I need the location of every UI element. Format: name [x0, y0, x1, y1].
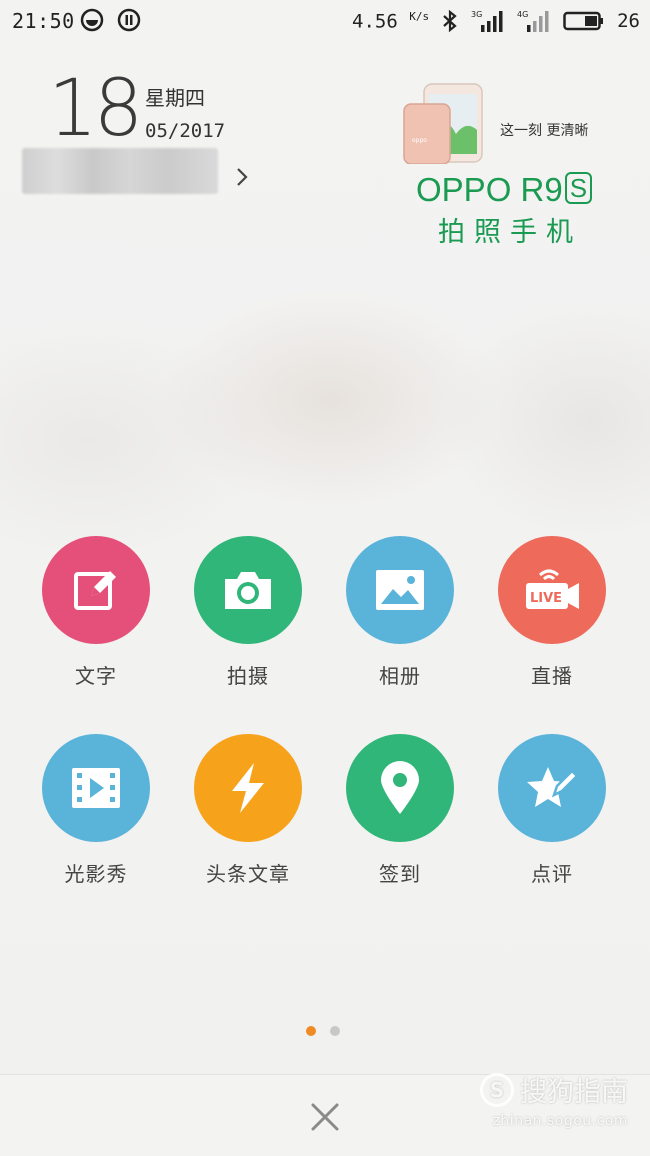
network-speed: 4.56 K/s [352, 9, 430, 33]
ad-model-name: OPPO R9 S [416, 171, 593, 209]
close-icon[interactable] [305, 1097, 345, 1137]
share-item-circle[interactable]: LIVE [498, 536, 606, 644]
signal-4g-icon: 4G [517, 10, 549, 32]
share-item-circle[interactable] [346, 734, 454, 842]
bluetooth-icon [443, 9, 457, 33]
weekday-label: 星期四 [145, 86, 205, 110]
location-pin-icon [381, 761, 419, 814]
page-dot[interactable] [330, 1026, 340, 1036]
share-item-label: 签到 [379, 862, 421, 886]
share-item-label: 点评 [531, 862, 573, 886]
share-item-circle[interactable] [42, 734, 150, 842]
share-item-label: 文字 [75, 664, 117, 688]
share-item-circle[interactable] [42, 536, 150, 644]
share-item-camera[interactable]: 拍摄 [172, 536, 324, 689]
watermark-brand: 搜狗指南 [520, 1077, 628, 1108]
battery-icon [563, 11, 604, 31]
day-number: 18 [48, 64, 143, 154]
month-year-label: 05/2017 [145, 120, 226, 142]
share-item-album[interactable]: 相册 [324, 536, 476, 689]
ad-banner[interactable]: oppo 这一刻 更清晰 OPPO R9 S 拍照手机 [400, 78, 630, 248]
camera-icon [225, 572, 271, 609]
chevron-right-icon[interactable] [234, 166, 250, 188]
share-item-circle[interactable] [194, 734, 302, 842]
share-item-checkin[interactable]: 签到 [324, 734, 476, 887]
share-item-review[interactable]: 点评 [476, 734, 628, 887]
share-item-label: 拍摄 [227, 664, 269, 688]
share-item-label: 光影秀 [64, 862, 128, 886]
svg-text:3G: 3G [471, 10, 482, 19]
edit-icon [74, 571, 116, 610]
share-item-label: 头条文章 [206, 862, 290, 886]
sogou-logo-icon: S [480, 1072, 514, 1107]
signal-3g-icon: 3G [471, 10, 503, 32]
status-bar: 21:50 4.56 K/s 3G 4G 26 [0, 0, 650, 42]
page-indicator [306, 1026, 340, 1036]
ad-subtitle: 拍照手机 [438, 217, 582, 248]
star-pen-icon [527, 767, 579, 807]
page-dot-active[interactable] [306, 1026, 316, 1036]
phone-image: oppo [403, 83, 483, 164]
image-icon [376, 570, 424, 610]
svg-text:LIVE: LIVE [530, 591, 562, 606]
watermark-url: zhinan.sogou.com [492, 1113, 628, 1129]
share-item-light-show[interactable]: 光影秀 [20, 734, 172, 887]
svg-text:4G: 4G [517, 10, 528, 19]
live-icon: LIVE [526, 569, 579, 609]
blurred-location-text[interactable] [22, 148, 218, 194]
share-item-live[interactable]: LIVE 直播 [476, 536, 628, 689]
watermark: S 搜狗指南 zhinan.sogou.com [480, 1070, 628, 1129]
share-item-label: 直播 [531, 664, 573, 688]
share-item-circle[interactable] [194, 536, 302, 644]
video-icon [72, 768, 120, 808]
share-item-label: 相册 [379, 664, 421, 688]
status-time: 21:50 [12, 9, 75, 33]
lightning-icon [232, 763, 264, 813]
app-notification-icon [80, 8, 104, 32]
share-item-circle[interactable] [346, 536, 454, 644]
svg-text:oppo: oppo [412, 137, 427, 144]
share-item-circle[interactable] [498, 734, 606, 842]
ad-tagline: 这一刻 更清晰 [500, 123, 589, 139]
battery-level: 26 [617, 10, 640, 32]
share-item-text[interactable]: 文字 [20, 536, 172, 689]
pause-icon [117, 8, 141, 32]
share-item-article[interactable]: 头条文章 [172, 734, 324, 887]
